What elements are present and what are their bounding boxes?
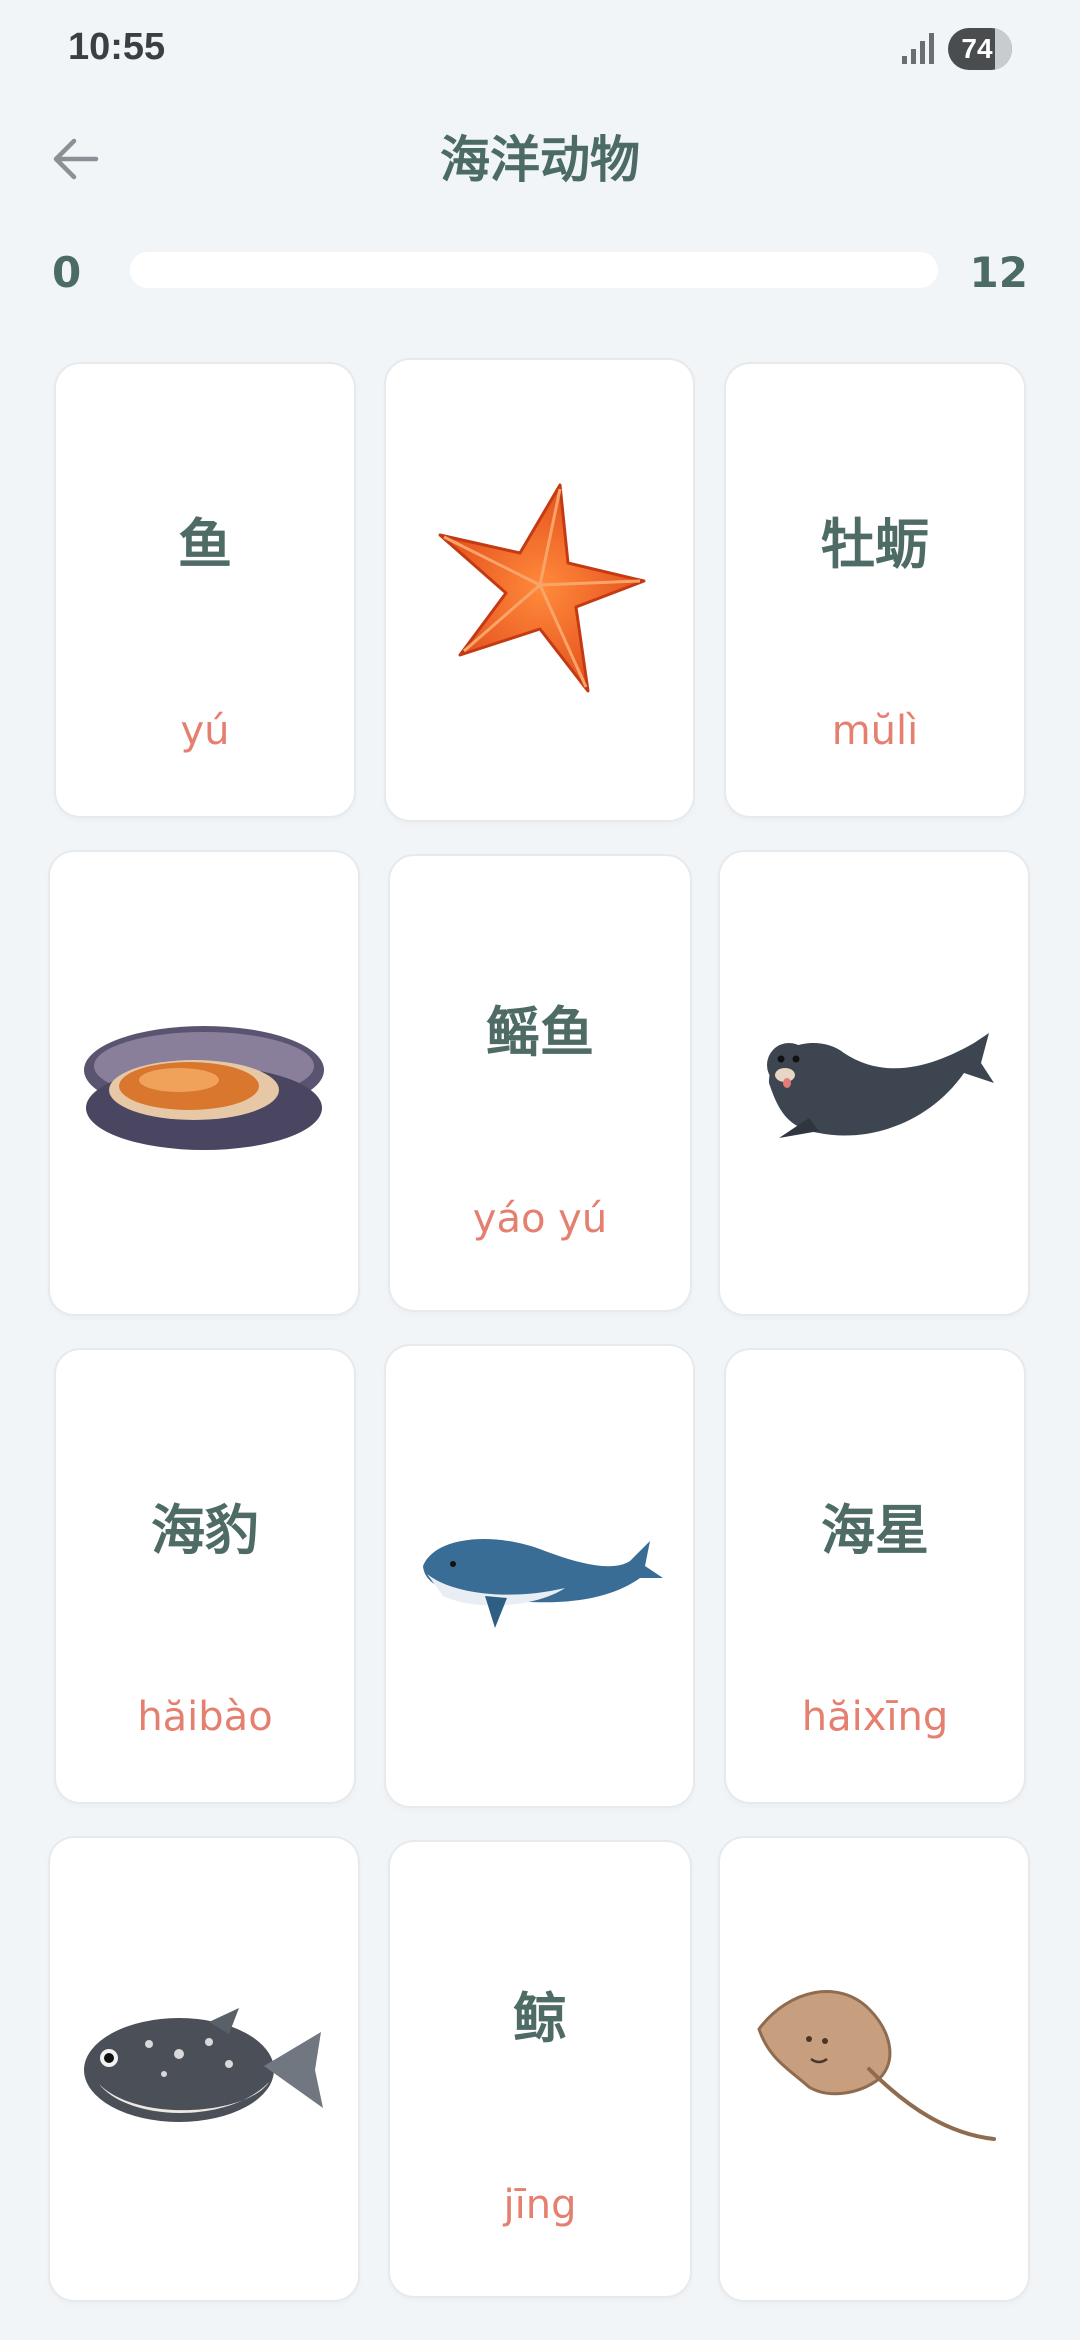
- card-pinyin: jīng: [503, 2182, 577, 2228]
- card-word-text: 海星: [821, 1499, 929, 1562]
- card-pinyin: hăixīng: [801, 1694, 949, 1740]
- whale-image: [422, 1539, 663, 1628]
- card-word[interactable]: 鳐鱼 yáo yú: [390, 856, 690, 1310]
- card-word[interactable]: 鱼 yú: [56, 364, 354, 816]
- battery-icon: 74: [948, 28, 1012, 70]
- card-word[interactable]: 鲸 jīng: [390, 1842, 690, 2296]
- card-pinyin: yáo yú: [472, 1196, 608, 1242]
- card-pinyin: mŭlì: [831, 708, 919, 754]
- card-image[interactable]: [50, 1838, 358, 2300]
- card-image[interactable]: [386, 360, 693, 820]
- progress-bar: [130, 252, 938, 288]
- card-word-text: 鱼: [178, 513, 232, 576]
- card-word-text: 鲸: [513, 1987, 567, 2050]
- card-image[interactable]: [50, 852, 358, 1314]
- starfish-image: [438, 483, 645, 693]
- card-word-text: 牡蛎: [821, 513, 929, 576]
- card-image[interactable]: [386, 1346, 693, 1806]
- card-word-text: 海豹: [151, 1499, 259, 1562]
- card-word[interactable]: 海星 hăixīng: [726, 1350, 1024, 1802]
- card-image[interactable]: [720, 1838, 1028, 2300]
- card-pinyin: yú: [180, 708, 230, 754]
- stingray-image: [757, 1990, 996, 2141]
- signal-icon: [902, 33, 934, 64]
- page-title: 海洋动物: [440, 131, 640, 189]
- seal-image: [767, 1033, 994, 1138]
- card-image[interactable]: [720, 852, 1028, 1314]
- status-time: 10:55: [68, 26, 166, 68]
- pufferfish-image: [84, 2008, 323, 2122]
- status-bar: 10:55 74: [0, 0, 1080, 100]
- card-word[interactable]: 海豹 hăibào: [56, 1350, 354, 1802]
- progress-current: 0: [52, 248, 82, 297]
- card-word-text: 鳐鱼: [486, 1001, 594, 1064]
- card-word[interactable]: 牡蛎 mŭlì: [726, 364, 1024, 816]
- progress-total: 12: [969, 248, 1028, 297]
- battery-level: 74: [961, 33, 993, 64]
- oyster-image: [84, 1026, 324, 1150]
- card-pinyin: hăibào: [137, 1694, 273, 1740]
